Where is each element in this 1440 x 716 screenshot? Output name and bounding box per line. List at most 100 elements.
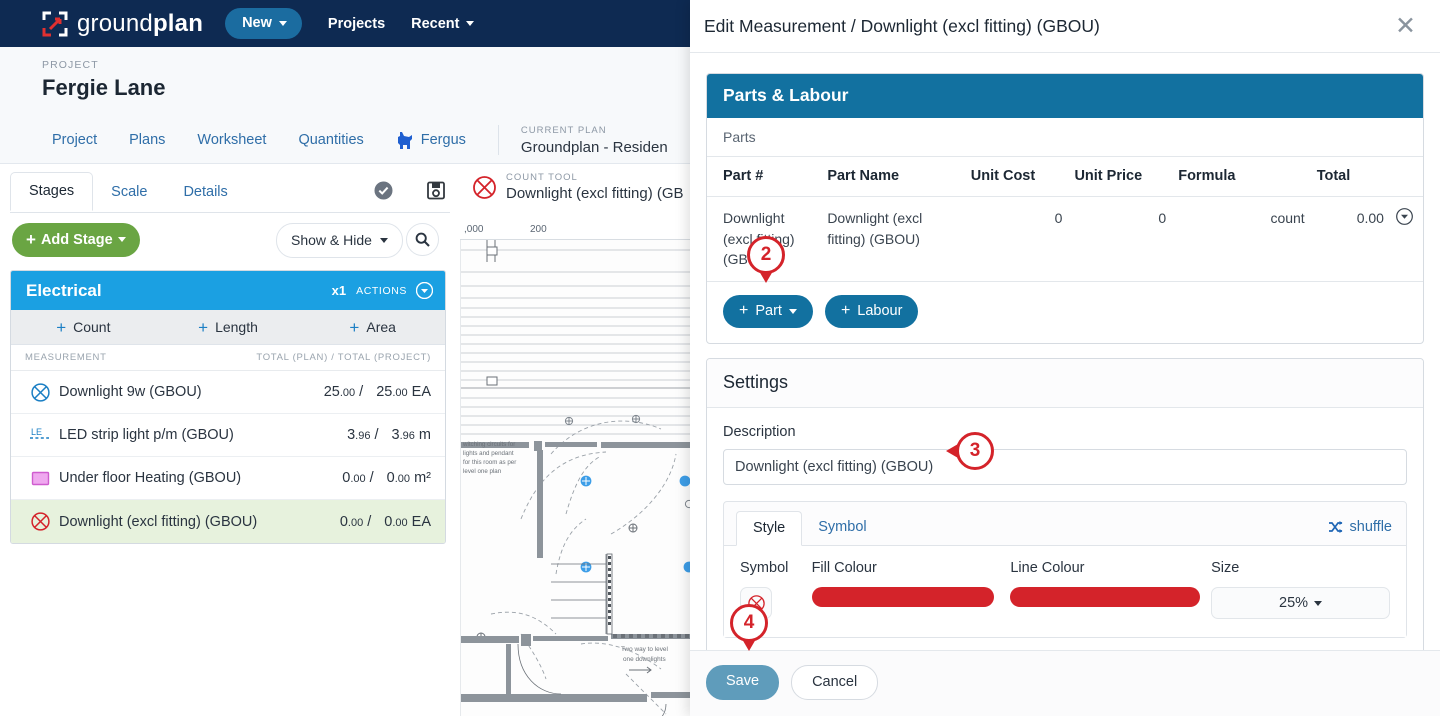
description-input[interactable] [723,449,1407,486]
measurement-name: Downlight 9w (GBOU) [59,384,202,400]
tab-details[interactable]: Details [165,174,245,211]
circle-x-icon [29,512,51,531]
fill-colour-swatch[interactable] [811,587,994,608]
style-fields: Symbol Fill Colour Line Colour Size 25% [724,545,1406,638]
table-row[interactable]: Downlight (excl fitting) (GBOU) Downligh… [707,196,1423,283]
logo-text-bold: plan [152,9,204,37]
divider [497,125,499,155]
nav-recent-label: Recent [411,15,460,32]
tab-quantities[interactable]: Quantities [298,132,363,148]
new-button[interactable]: New [225,8,302,39]
style-tab-bar: Style Symbol shuffle [724,502,1406,547]
measurement-totals: 25.00 /25.00 EA [323,384,431,400]
settings-body: Description Style Symbol shuf [707,408,1423,656]
plus-icon: + [56,317,67,337]
chevron-down-icon [117,237,126,242]
count-tool-kicker: COUNT TOOL [506,172,578,183]
chevron-down-icon [379,237,388,243]
current-plan-name: Groundplan - Residen [520,138,668,156]
toolbar-divider [10,212,450,213]
search-icon [415,232,430,247]
stage-name: Electrical [26,280,102,300]
col-unit-price: Unit Price [1068,157,1173,197]
unit-label: m [418,427,431,443]
chevron-down-circle-icon[interactable] [1396,208,1413,225]
check-circle-icon[interactable] [374,181,393,205]
close-icon[interactable]: ✕ [1395,13,1416,39]
nav-recent[interactable]: Recent [411,15,474,32]
tab-worksheet[interactable]: Worksheet [197,132,266,148]
list-item[interactable]: LE LED strip light p/m (GBOU) 3.96 /3.96… [11,414,445,457]
shuffle-label: shuffle [1349,518,1392,535]
col-part-name: Part Name [821,157,965,197]
tab-style[interactable]: Style [736,511,803,547]
measurement-totals: 0.00 /0.00 m² [342,470,431,486]
add-area-button[interactable]: + Area [300,310,445,344]
chevron-down-icon [788,308,797,314]
edit-measurement-modal: Edit Measurement / Downlight (excl fitti… [690,0,1440,716]
unit-label: EA [411,513,431,530]
show-hide-dropdown[interactable]: Show & Hide [276,223,403,258]
tab-scale[interactable]: Scale [93,174,165,211]
add-length-button[interactable]: + Length [156,310,301,344]
add-stage-button[interactable]: + Add Stage [12,223,140,257]
svg-text:for this room as per: for this room as per [463,459,516,466]
proj-dec: .00 [394,473,411,485]
search-button[interactable] [406,223,439,256]
proj-int: 3 [391,427,400,443]
tab-symbol[interactable]: Symbol [802,511,882,544]
led-strip-icon: LE [29,426,51,445]
list-item[interactable]: Downlight (excl fitting) (GBOU) 0.00 /0.… [11,500,445,543]
list-item[interactable]: Downlight 9w (GBOU) 25.00 /25.00 EA [11,371,445,414]
add-part-button[interactable]: + Part [723,295,813,329]
circle-x-icon [29,382,51,402]
measurement-totals: 0.00 /0.00 EA [339,513,431,530]
col-measurement: MEASUREMENT [25,352,107,363]
svg-text:LE: LE [31,427,42,437]
plan-dec: .96 [355,430,371,442]
add-labour-button[interactable]: + Labour [824,295,919,329]
chevron-down-icon [1314,600,1323,606]
row-menu-cell[interactable] [1389,196,1423,283]
chevron-down-circle-icon[interactable] [416,282,433,299]
tab-quantities-label: Quantities [298,132,364,148]
line-colour-swatch[interactable] [1010,587,1201,608]
add-count-button[interactable]: + Count [11,310,156,344]
parts-subheader: Parts [707,118,1423,157]
tab-project[interactable]: Project [52,132,97,148]
top-navigation-bar: groundplan New Projects Recent [0,0,690,47]
nav-projects[interactable]: Projects [328,16,385,32]
settings-card: Settings Description Style Symbol [706,358,1424,658]
svg-text:level one plan: level one plan [463,468,502,475]
groundplan-logo-icon[interactable] [42,11,68,37]
cell-unit-price: 0 [1068,196,1173,283]
stage-multiplier: x1 [331,283,347,298]
cell-part-name: Downlight (excl fitting) (GBOU) [821,196,965,283]
tab-fergus[interactable]: Fergus [396,131,466,150]
plan-canvas[interactable]: witching circuits for lights and pendant… [460,214,690,716]
size-value: 25% [1279,595,1309,612]
modal-header: Edit Measurement / Downlight (excl fitti… [690,0,1440,53]
description-label: Description [723,424,796,441]
size-dropdown[interactable]: 25% [1211,587,1391,620]
save-disk-icon[interactable] [427,181,445,205]
tab-plans[interactable]: Plans [129,132,165,148]
count-tool-name: Downlight (excl fitting) (GB [506,185,684,202]
plan-ruler: ,000 200 [460,214,690,240]
col-formula: Formula [1172,157,1311,197]
shuffle-button[interactable]: shuffle [1328,519,1392,537]
project-header: PROJECT Fergie Lane [0,47,690,117]
measurement-name: Under floor Heating (GBOU) [59,470,242,486]
project-kicker: PROJECT [42,59,99,71]
marker-tail [946,444,958,458]
annotation-marker-4: 4 [730,604,768,651]
cancel-button[interactable]: Cancel [791,665,879,700]
chevron-down-icon [465,21,474,26]
list-item[interactable]: Under floor Heating (GBOU) 0.00 /0.00 m² [11,457,445,500]
tab-scale-label: Scale [111,184,148,200]
primary-tab-bar: Project Plans Worksheet Quantities Fergu… [0,117,690,164]
tab-stages[interactable]: Stages [10,172,94,211]
stage-actions-label[interactable]: ACTIONS [356,285,407,297]
save-button[interactable]: Save [706,665,780,700]
size-field: Size 25% [1211,560,1391,620]
